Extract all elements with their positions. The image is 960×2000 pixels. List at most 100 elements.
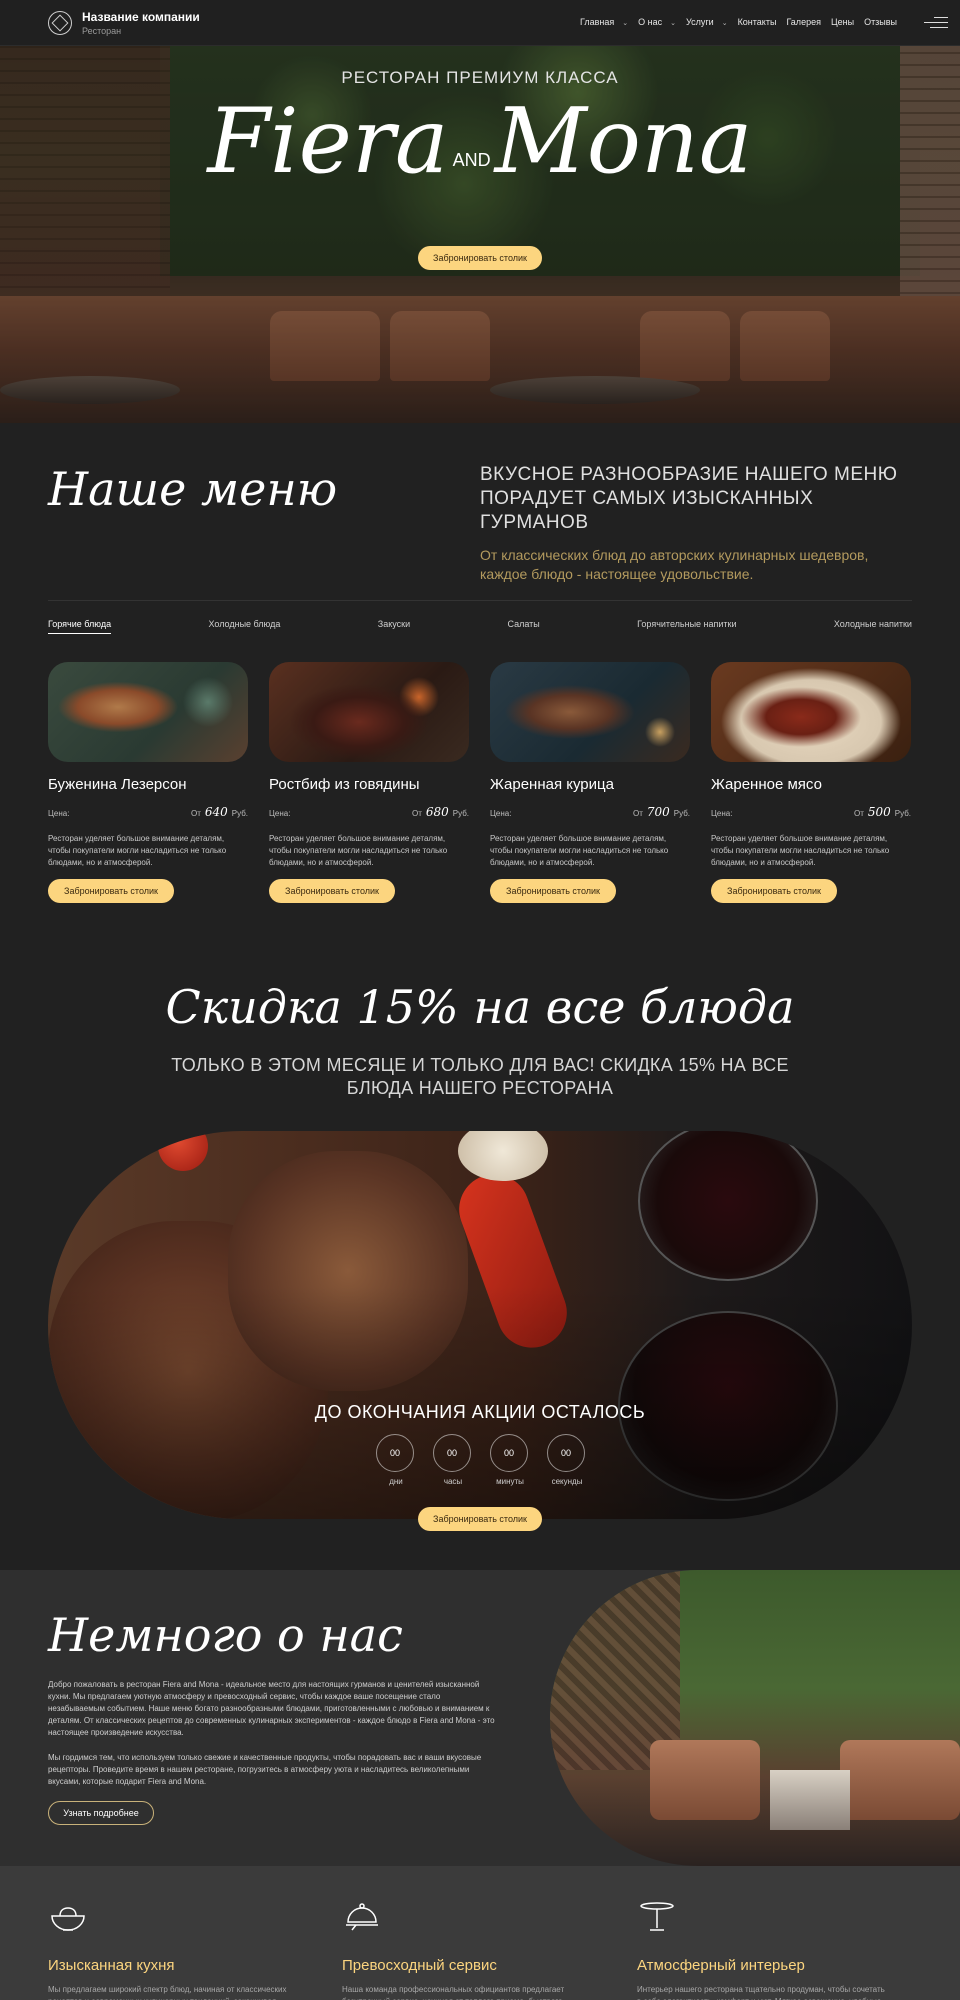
dish-name: Буженина Лезерсон	[48, 776, 187, 793]
price-currency: Руб.	[894, 809, 911, 818]
countdown-title: ДО ОКОНЧАНИЯ АКЦИИ ОСТАЛОСЬ	[314, 1402, 646, 1422]
dish-price: Цена: От 640 Руб.	[48, 805, 248, 819]
about-paragraph: Добро пожаловать в ресторан Fiera and Mo…	[48, 1680, 495, 1737]
countdown-hours: 00 часы	[433, 1434, 473, 1486]
menu-headline: ВКУСНОЕ РАЗНООБРАЗИЕ НАШЕГО МЕНЮ ПОРАДУЕ…	[480, 464, 898, 533]
countdown-value: 00	[490, 1434, 528, 1472]
price-from: От	[411, 809, 422, 818]
hero-title-left: Fiera	[207, 89, 449, 194]
countdown-seconds: 00 секунды	[547, 1434, 587, 1486]
dish-price: Цена: От 500 Руб.	[711, 805, 911, 819]
countdown-value: 00	[547, 1434, 585, 1472]
price-label: Цена:	[48, 809, 70, 818]
menu-card: Жаренное мясо Цена: От 500 Руб. Ресторан уд…	[711, 662, 911, 903]
price-label: Цена:	[269, 809, 291, 818]
price-label: Цена:	[711, 809, 733, 818]
price-currency: Руб.	[452, 809, 469, 818]
site-header: Название компании Ресторан Главная ⌄ О на…	[0, 0, 960, 46]
dish-price: Цена: От 680 Руб.	[269, 805, 469, 819]
dish-description: Ресторан уделяет большое внимание деталя…	[490, 834, 669, 867]
countdown-label: часы	[443, 1477, 463, 1486]
interior-image	[550, 1570, 960, 1866]
menu-card: Буженина Лезерсон Цена: От 640 Руб. Рестора…	[48, 662, 248, 903]
countdown-label: дни	[389, 1477, 403, 1486]
price-from: От	[853, 809, 864, 818]
price-value: 500	[867, 805, 891, 819]
dish-description: Ресторан уделяет большое внимание деталя…	[711, 834, 890, 867]
dish-description: Ресторан уделяет большое внимание деталя…	[48, 834, 227, 867]
dining-table	[770, 1770, 850, 1830]
table-icon	[640, 1902, 674, 1931]
hero-title: Fiera ANDMona	[0, 92, 960, 210]
tab-hot-drinks[interactable]: Горячительные напитки	[637, 619, 736, 634]
book-table-button[interactable]: Забронировать столик	[48, 879, 174, 903]
learn-more-button[interactable]: Узнать подробнее	[48, 1801, 154, 1825]
hero-title-right: Mona	[494, 89, 753, 194]
chevron-down-icon: ⌄	[721, 20, 728, 27]
feature-title: Атмосферный интерьер	[637, 1957, 805, 1974]
price-from: От	[632, 809, 643, 818]
tab-snacks[interactable]: Закуски	[378, 619, 410, 634]
countdown-value: 00	[433, 1434, 471, 1472]
dish-description: Ресторан уделяет большое внимание деталя…	[269, 834, 448, 867]
booth-seat	[650, 1740, 760, 1820]
book-table-button[interactable]: Забронировать столик	[269, 879, 395, 903]
logo-icon[interactable]	[48, 11, 72, 35]
dish-price: Цена: От 700 Руб.	[490, 805, 690, 819]
countdown-minutes: 00 минуты	[490, 1434, 530, 1486]
divider	[48, 600, 912, 601]
price-value: 680	[425, 805, 449, 819]
tab-cold-drinks[interactable]: Холодные напитки	[834, 619, 912, 634]
feature-title: Изысканная кухня	[48, 1957, 175, 1974]
feature-title: Превосходный сервис	[342, 1957, 497, 1974]
nav-item-gallery[interactable]: Галерея	[786, 17, 821, 27]
menu-card: Ростбиф из говядины Цена: От 680 Руб. Ресто…	[269, 662, 469, 903]
price-value: 700	[646, 805, 670, 819]
menu-subtitle: От классических блюд до авторских кулина…	[480, 547, 869, 582]
cloche-icon	[346, 1903, 378, 1931]
company-subtitle: Ресторан	[82, 26, 122, 36]
bowl-icon	[51, 1907, 85, 1931]
book-table-button[interactable]: Забронировать столик	[711, 879, 837, 903]
price-currency: Руб.	[673, 809, 690, 818]
countdown-value: 00	[376, 1434, 414, 1472]
hamburger-menu-icon[interactable]	[924, 17, 948, 29]
nav-item-reviews[interactable]: Отзывы	[864, 17, 897, 27]
nav-item-home[interactable]: Главная ⌄	[580, 17, 628, 27]
feature-interior: Атмосферный интерьер Интерьер нашего рес…	[637, 1900, 887, 2000]
feature-cuisine: Изысканная кухня Мы предлагаем широкий с…	[48, 1900, 298, 2000]
tab-hot-dishes[interactable]: Горячие блюда	[48, 619, 112, 634]
tab-salads[interactable]: Салаты	[508, 619, 540, 634]
booth-seat	[840, 1740, 960, 1820]
hero-kicker: РЕСТОРАН ПРЕМИУМ КЛАССА	[341, 68, 619, 87]
chevron-down-icon: ⌄	[622, 20, 629, 27]
countdown-label: секунды	[551, 1477, 583, 1486]
discount-title: Скидка 15% на все блюда	[165, 980, 795, 1034]
company-name[interactable]: Название компании	[82, 10, 200, 24]
dish-image	[711, 662, 911, 762]
hero-title-and: AND	[452, 150, 491, 170]
discount-book-button[interactable]: Забронировать столик	[418, 1507, 542, 1531]
price-label: Цена:	[490, 809, 512, 818]
hero-book-button[interactable]: Забронировать столик	[418, 246, 542, 270]
feature-text: Наша команда профессиональных официантов…	[342, 1985, 565, 2000]
discount-subtitle: ТОЛЬКО В ЭТОМ МЕСЯЦЕ И ТОЛЬКО ДЛЯ ВАС! С…	[171, 1055, 789, 1098]
book-table-button[interactable]: Забронировать столик	[490, 879, 616, 903]
nav-item-contacts[interactable]: Контакты	[738, 17, 777, 27]
feature-text: Интерьер нашего ресторана тщательно прод…	[637, 1985, 885, 2000]
dish-image	[490, 662, 690, 762]
price-value: 640	[204, 805, 228, 819]
chevron-down-icon: ⌄	[670, 20, 676, 27]
about-title: Немного о нас	[48, 1608, 403, 1662]
menu-title: Наше меню	[48, 462, 338, 516]
nav-item-about[interactable]: О нас ⌄	[638, 17, 676, 27]
countdown-label: минуты	[496, 1477, 524, 1486]
main-nav: Главная ⌄ О нас ⌄ Услуги ⌄ Контакты Галерея…	[580, 17, 907, 27]
dish-image	[269, 662, 469, 762]
dish-name: Жаренная курица	[490, 776, 614, 793]
countdown-days: 00 дни	[376, 1434, 416, 1486]
nav-item-services[interactable]: Услуги ⌄	[686, 17, 728, 27]
dish-image	[48, 662, 248, 762]
nav-item-prices[interactable]: Цены	[831, 17, 854, 27]
tab-cold-dishes[interactable]: Холодные блюда	[208, 619, 280, 634]
